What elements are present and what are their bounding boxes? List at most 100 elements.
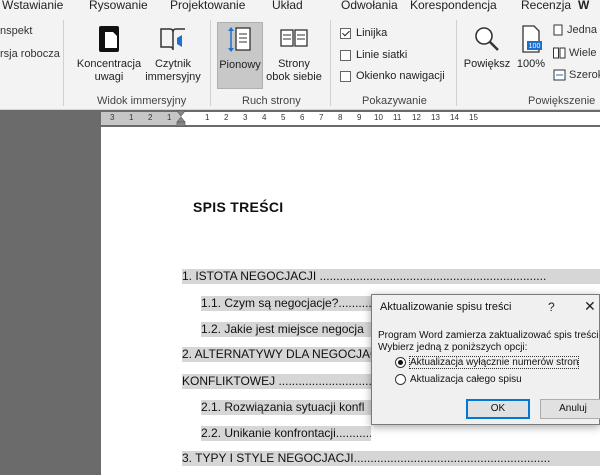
reader-label-1: Czytnik — [154, 58, 192, 70]
ruler-number: 11 — [393, 113, 402, 122]
toc-entry[interactable]: 1. ISTOTA NEGOCJACJI ...................… — [182, 269, 600, 284]
ribbon-tabs: Wstawianie Rysowanie Projektowanie Układ… — [0, 0, 600, 14]
one-page-button[interactable]: Jedna s — [553, 24, 600, 36]
nav-pane-label: Okienko nawigacji — [356, 70, 445, 82]
nav-pane-checkbox-box — [340, 70, 351, 82]
option-page-numbers-radio[interactable]: Aktualizacja wyłącznie numerów stron — [395, 356, 580, 369]
focus-label-1: Koncentracja — [76, 58, 142, 70]
toc-entry[interactable]: 1.1. Czym są negocjacje?................… — [201, 296, 371, 311]
group-movement-label: Ruch strony — [242, 95, 301, 107]
nav-pane-checkbox[interactable]: Okienko nawigacji — [340, 70, 445, 82]
side-label-1: Strony — [278, 58, 310, 70]
inspect-button[interactable]: nspekt — [0, 25, 32, 37]
hundred-label: 100% — [516, 58, 546, 70]
multi-page-icon — [553, 47, 566, 59]
ruler-number: 13 — [431, 113, 440, 122]
option-entire-table-label: Aktualizacja całego spisu — [410, 374, 522, 385]
dialog-instruction: Wybierz jedną z poniższych opcji: — [378, 342, 528, 353]
radio-dot-selected — [395, 357, 406, 368]
horizontal-ruler[interactable]: 3 1 2 1 1 2 3 4 5 6 7 8 9 10 11 12 13 14… — [0, 110, 600, 127]
indent-marker-icon[interactable] — [176, 110, 186, 127]
ruler-checkbox-box — [340, 27, 351, 39]
ruler-number: 5 — [281, 113, 286, 122]
tab-insert[interactable]: Wstawianie — [2, 0, 63, 12]
group-show-label: Pokazywanie — [362, 95, 427, 107]
side-to-side-button[interactable]: Strony obok siebie — [264, 24, 324, 84]
toc-entry[interactable]: 1.2. Jakie jest miejsce negocja — [201, 322, 371, 337]
separator — [63, 20, 64, 106]
dialog-title: Aktualizowanie spisu treści — [380, 301, 512, 313]
reader-label-2: immersyjny — [145, 71, 201, 83]
one-page-label: Jedna s — [567, 24, 600, 36]
option-page-numbers-label: Aktualizacja wyłącznie numerów stron — [408, 356, 580, 369]
zoom-100-button[interactable]: 100 100% — [513, 24, 549, 71]
toc-entry[interactable]: KONFLIKTOWEJ ...........................… — [182, 374, 371, 389]
page-width-button[interactable]: Szerok — [553, 69, 600, 81]
focus-icon — [99, 26, 119, 52]
tab-layout[interactable]: Układ — [272, 0, 303, 12]
ruler-number: 6 — [300, 113, 305, 122]
ruler-number: 2 — [148, 113, 153, 122]
cancel-button[interactable]: Anuluj — [540, 399, 600, 419]
magnifier-icon — [475, 27, 499, 51]
toc-entry[interactable]: 2.1. Rozwiązania sytuacji konfl — [201, 400, 371, 415]
ruler-label: Linijka — [356, 27, 388, 39]
update-toc-dialog: Aktualizowanie spisu treści ? ✕ Program … — [371, 294, 600, 425]
vertical-page-icon — [228, 27, 251, 52]
dialog-message: Program Word zamierza zaktualizować spis… — [378, 330, 599, 341]
ruler-number: 3 — [110, 113, 115, 122]
ruler-number: 14 — [450, 113, 459, 122]
ruler-number: 1 — [205, 113, 210, 122]
ruler-checkbox[interactable]: Linijka — [340, 27, 387, 39]
gridlines-checkbox[interactable]: Linie siatki — [340, 49, 407, 61]
toc-entry[interactable]: 3. TYPY I STYLE NEGOCJACJI..............… — [182, 451, 600, 466]
group-zoom-label: Powiększenie — [528, 95, 596, 107]
ruler-number: 8 — [338, 113, 343, 122]
focus-button[interactable]: Koncentracja uwagi — [76, 24, 142, 84]
tab-design[interactable]: Projektowanie — [170, 0, 245, 12]
tab-review[interactable]: Recenzja — [521, 0, 571, 12]
ruler-number: 12 — [412, 113, 421, 122]
page-100-icon-text: 100 — [529, 43, 541, 50]
zoom-label: Powiększ — [463, 58, 511, 70]
tab-mailings[interactable]: Korespondencja — [410, 0, 497, 12]
help-button[interactable]: ? — [548, 300, 555, 314]
page-width-label: Szerok — [569, 69, 600, 81]
side-label-2: obok siebie — [266, 71, 322, 83]
ruler-number: 1 — [167, 113, 172, 122]
focus-label-2: uwagi — [94, 71, 124, 83]
group-immersive-label: Widok immersyjny — [97, 95, 187, 107]
multi-page-button[interactable]: Wiele s — [553, 47, 600, 59]
separator — [210, 20, 211, 106]
tab-view[interactable]: W — [578, 0, 589, 12]
page-100-icon: 100 — [522, 25, 542, 53]
close-icon[interactable]: ✕ — [584, 298, 596, 315]
vertical-label: Pionowy — [219, 59, 261, 71]
one-page-icon — [553, 24, 563, 36]
ok-button[interactable]: OK — [466, 399, 530, 419]
gridlines-label: Linie siatki — [356, 49, 408, 61]
ruler-number: 10 — [374, 113, 383, 122]
toc-entry[interactable]: 2.2. Unikanie konfrontacji..............… — [201, 426, 371, 441]
ruler-number: 7 — [319, 113, 324, 122]
ruler-number: 2 — [224, 113, 229, 122]
ruler-number: 3 — [243, 113, 248, 122]
ruler-number: 9 — [357, 113, 362, 122]
ruler-number: 4 — [262, 113, 267, 122]
radio-dot — [395, 374, 406, 385]
separator — [456, 20, 457, 106]
immersive-reader-icon — [160, 28, 185, 51]
ruler-number: 15 — [469, 113, 478, 122]
tab-references[interactable]: Odwołania — [341, 0, 398, 12]
immersive-reader-button[interactable]: Czytnik immersyjny — [143, 24, 203, 84]
ribbon: nspekt rsja robocza Koncentracja uwagi C… — [0, 14, 600, 110]
multi-page-label: Wiele s — [569, 47, 600, 59]
vertical-scroll-button[interactable]: Pionowy — [217, 22, 263, 89]
tab-draw[interactable]: Rysowanie — [89, 0, 148, 12]
draft-button[interactable]: rsja robocza — [0, 48, 60, 60]
separator — [330, 20, 331, 106]
toc-entry[interactable]: 2. ALTERNATYWY DLA NEGOCJAC — [182, 347, 371, 362]
side-by-side-icon — [280, 29, 308, 47]
option-entire-table-radio[interactable]: Aktualizacja całego spisu — [395, 374, 522, 385]
zoom-button[interactable]: Powiększ — [462, 24, 512, 71]
